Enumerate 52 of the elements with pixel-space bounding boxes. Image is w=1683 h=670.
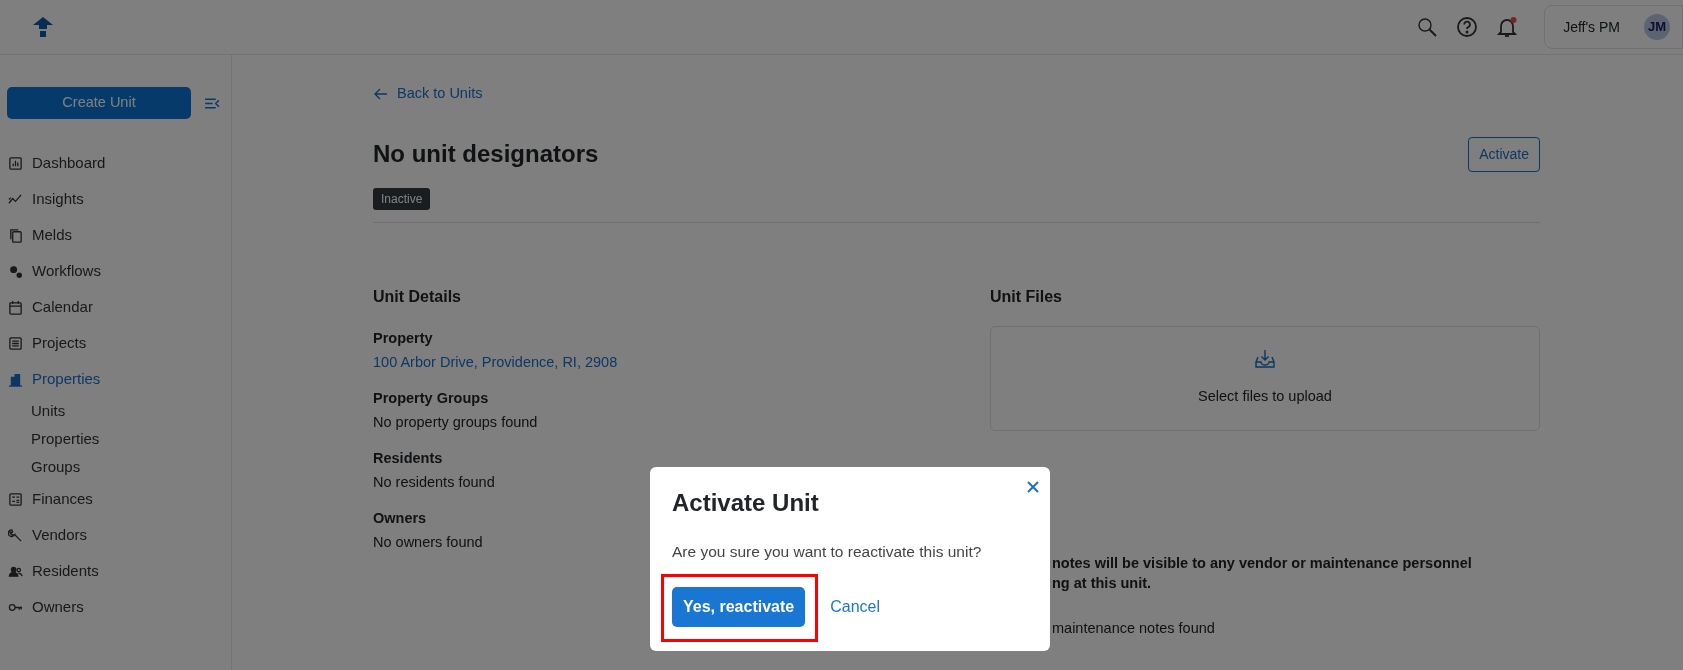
sidebar-subitem[interactable]: Groups <box>0 453 231 481</box>
back-link[interactable]: Back to Units <box>373 83 483 105</box>
empty-notes-text: maintenance notes found <box>1052 618 1216 638</box>
copy-icon <box>8 227 23 243</box>
notes-info-text: notes will be visible to any vendor or maintenance personnel <box>1052 553 1473 573</box>
calculator-icon <box>8 491 23 507</box>
modal-message: Are you sure you want to reactivate this unit? <box>672 541 983 562</box>
create-button[interactable]: Create Unit <box>7 87 191 119</box>
help-icon[interactable] <box>1456 16 1479 38</box>
account-name: Jeff's PM <box>1563 17 1620 37</box>
section-heading: Unit Files <box>990 286 1063 306</box>
sidebar-item[interactable]: Residents <box>0 553 231 589</box>
field-label: Property <box>373 328 433 348</box>
sidebar-item[interactable]: Projects <box>0 325 231 361</box>
field-value: No residents found <box>373 473 495 490</box>
upload-hint: Select files to upload <box>1198 387 1332 407</box>
bell-icon[interactable] <box>1496 16 1519 38</box>
sidebar-subitem[interactable]: Units <box>0 397 231 425</box>
status-tag: Inactive <box>373 187 431 210</box>
field-value: No owners found <box>373 533 483 550</box>
search-icon[interactable] <box>1416 16 1439 38</box>
sidebar-item[interactable]: Melds <box>0 217 231 253</box>
field-value: No property groups found <box>373 413 538 430</box>
modal-title: Activate Unit <box>672 489 820 518</box>
account-menu[interactable]: Jeff's PM JM <box>1544 5 1683 49</box>
sidebar-item[interactable]: Properties <box>0 361 231 397</box>
activate-button[interactable]: Activate <box>1468 136 1540 172</box>
sidebar-item[interactable]: Finances <box>0 481 231 517</box>
page-title: No unit designators <box>373 139 599 169</box>
building-icon <box>8 371 23 387</box>
sidebar-item[interactable]: Vendors <box>0 517 231 553</box>
sidebar-item[interactable]: Owners <box>0 589 231 625</box>
field-label: Residents <box>373 448 443 468</box>
avatar: JM <box>1644 14 1670 40</box>
sidebar-item[interactable]: Dashboard <box>0 145 231 181</box>
sidebar-item[interactable]: Insights <box>0 181 231 217</box>
property-link[interactable]: 100 Arbor Drive, Providence, RI, 2908 <box>373 353 618 370</box>
cancel-link[interactable]: Cancel <box>830 598 880 616</box>
field-label: Owners <box>373 508 427 528</box>
field-label: Property Groups <box>373 388 489 408</box>
sidebar-subitem[interactable]: Properties <box>0 425 231 453</box>
list-icon <box>8 335 23 351</box>
logo-icon[interactable] <box>32 16 54 38</box>
sidebar-item[interactable]: Calendar <box>0 289 231 325</box>
calendar-icon <box>8 299 23 315</box>
sidebar-item[interactable]: Workflows <box>0 253 231 289</box>
confirm-button[interactable]: Yes, reactivate <box>672 587 806 628</box>
file-upload-area[interactable]: Select files to upload <box>990 325 1540 431</box>
section-heading: Unit Details <box>373 286 462 306</box>
chart-icon <box>8 155 23 171</box>
upload-tray-icon <box>1254 348 1276 371</box>
notes-info-text: ng at this unit. <box>1052 573 1153 593</box>
